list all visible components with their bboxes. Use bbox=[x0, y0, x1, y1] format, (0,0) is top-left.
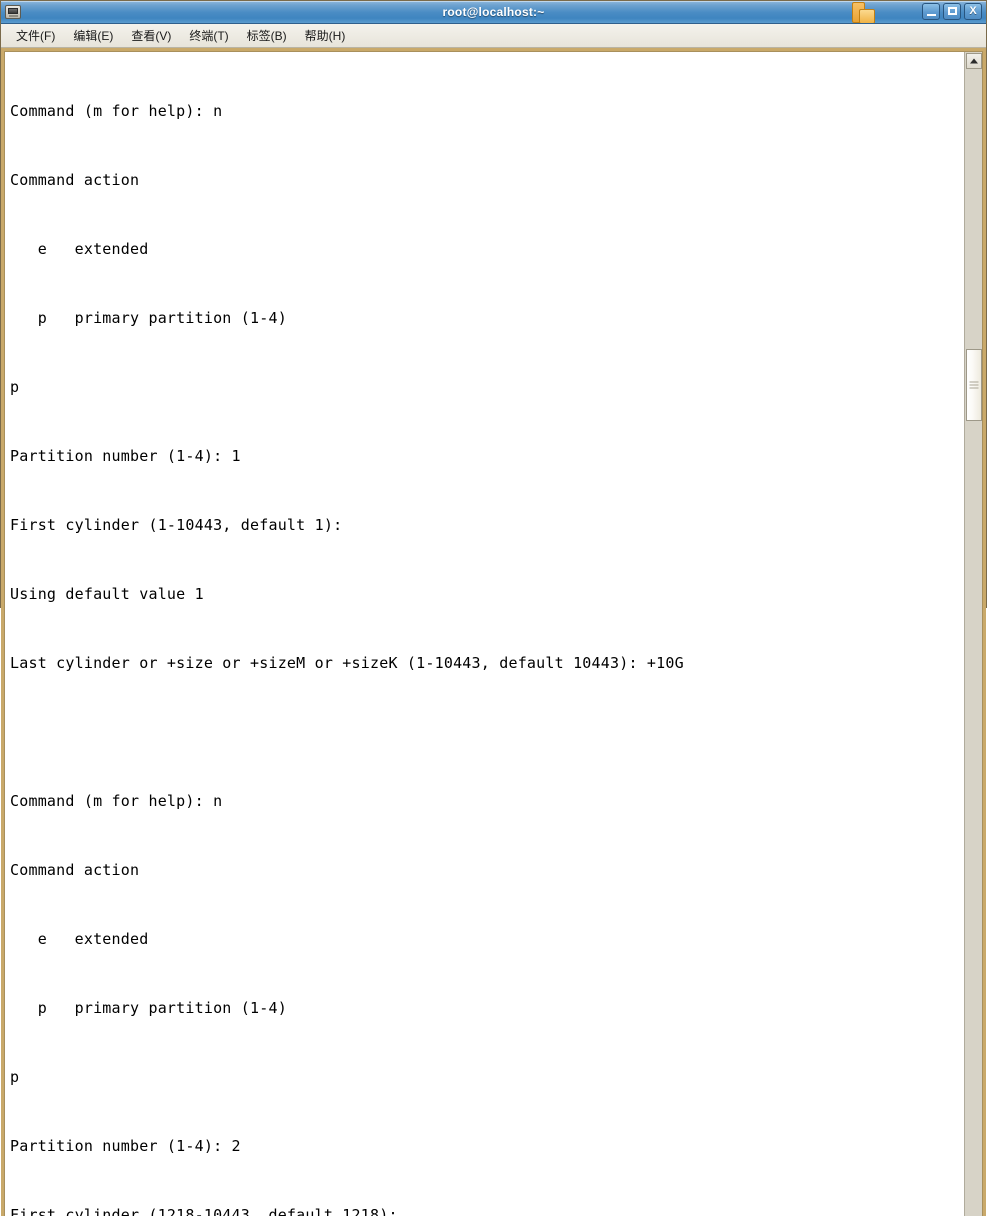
scroll-thumb-grip bbox=[969, 380, 979, 391]
scroll-thumb[interactable] bbox=[966, 349, 982, 421]
terminal-body: Command (m for help): n Command action e… bbox=[4, 51, 983, 1216]
terminal-frame: Command (m for help): n Command action e… bbox=[1, 48, 986, 1216]
window-controls: X bbox=[922, 3, 982, 20]
menu-help[interactable]: 帮助(H) bbox=[296, 25, 355, 46]
terminal-output[interactable]: Command (m for help): n Command action e… bbox=[5, 52, 964, 1216]
menu-view[interactable]: 查看(V) bbox=[122, 25, 180, 46]
menu-bar: 文件(F) 编辑(E) 查看(V) 终端(T) 标签(B) 帮助(H) bbox=[1, 24, 986, 48]
window-title: root@localhost:~ bbox=[442, 5, 545, 19]
menu-edit[interactable]: 编辑(E) bbox=[64, 25, 122, 46]
terminal-line: Partition number (1-4): 2 bbox=[10, 1137, 241, 1155]
scroll-up-arrow[interactable] bbox=[966, 53, 982, 69]
menu-file[interactable]: 文件(F) bbox=[7, 25, 64, 46]
terminal-line: Last cylinder or +size or +sizeM or +siz… bbox=[10, 654, 684, 672]
menu-tabs[interactable]: 标签(B) bbox=[238, 25, 296, 46]
minimize-button[interactable] bbox=[922, 3, 940, 20]
terminal-window: root@localhost:~ X 文件(F) 编辑(E) 查看(V) 终端(… bbox=[0, 0, 987, 1216]
terminal-icon bbox=[5, 5, 21, 19]
terminal-line: Command (m for help): n bbox=[10, 792, 223, 810]
terminal-line: Partition number (1-4): 1 bbox=[10, 447, 241, 465]
terminal-line: Command (m for help): n bbox=[10, 102, 223, 120]
terminal-line: First cylinder (1218-10443, default 1218… bbox=[10, 1206, 398, 1216]
terminal-line: Command action bbox=[10, 861, 140, 879]
title-bar[interactable]: root@localhost:~ X bbox=[1, 1, 986, 24]
terminal-line: e extended bbox=[10, 240, 149, 258]
terminal-line: p bbox=[10, 1068, 20, 1086]
close-button[interactable]: X bbox=[964, 3, 982, 20]
vertical-scrollbar[interactable] bbox=[964, 52, 982, 1216]
terminal-line: p primary partition (1-4) bbox=[10, 999, 287, 1017]
terminal-line: Using default value 1 bbox=[10, 585, 204, 603]
terminal-line: p bbox=[10, 378, 20, 396]
terminal-line: Command action bbox=[10, 171, 140, 189]
terminal-line: e extended bbox=[10, 930, 149, 948]
terminal-line: p primary partition (1-4) bbox=[10, 309, 287, 327]
folder-icon bbox=[852, 2, 876, 23]
maximize-button[interactable] bbox=[943, 3, 961, 20]
menu-terminal[interactable]: 终端(T) bbox=[180, 25, 237, 46]
terminal-line: First cylinder (1-10443, default 1): bbox=[10, 516, 343, 534]
